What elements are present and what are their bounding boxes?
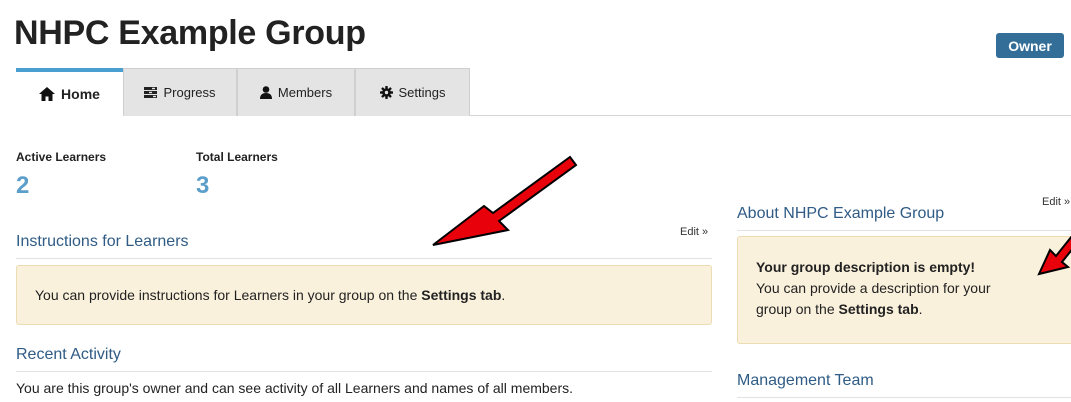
- active-learners-count: 2: [16, 172, 30, 199]
- instructions-text: You can provide instructions for Learner…: [35, 287, 422, 303]
- tab-members-label: Members: [277, 85, 333, 100]
- recent-activity-text: You are this group's owner and can see a…: [16, 380, 574, 396]
- page-title: NHPC Example Group: [14, 14, 366, 52]
- progress-icon: [144, 87, 158, 98]
- owner-badge: Owner: [996, 33, 1064, 58]
- tab-members[interactable]: Members: [237, 68, 355, 116]
- tabs-divider: [470, 115, 1071, 116]
- instructions-heading: Instructions for Learners: [16, 233, 189, 250]
- empty-description-title: Your group description is empty!: [756, 259, 976, 275]
- management-team-heading: Management Team: [737, 372, 874, 389]
- recent-activity-rule: [16, 371, 712, 372]
- total-learners-count: 3: [196, 172, 210, 199]
- instructions-settings-tab-text: Settings tab: [421, 287, 502, 303]
- tab-progress[interactable]: Progress: [123, 68, 237, 116]
- tab-home-label: Home: [61, 86, 100, 102]
- about-settings-tab-text: Settings tab: [838, 301, 919, 317]
- about-rule: [737, 230, 1071, 231]
- annotation-arrow-left: [432, 155, 578, 246]
- active-learners-label: Active Learners: [16, 150, 107, 164]
- person-icon: [259, 86, 272, 99]
- tab-settings-label: Settings: [398, 85, 446, 100]
- about-notice: Your group description is empty! You can…: [737, 236, 1071, 344]
- about-edit-link[interactable]: Edit »: [1042, 196, 1070, 208]
- about-text-end: .: [918, 301, 923, 317]
- tab-settings[interactable]: Settings: [355, 68, 470, 116]
- tab-progress-label: Progress: [163, 85, 216, 100]
- instructions-text-end: .: [501, 287, 506, 303]
- instructions-edit-link[interactable]: Edit »: [680, 226, 708, 238]
- recent-activity-heading: Recent Activity: [16, 346, 121, 363]
- instructions-notice: You can provide instructions for Learner…: [16, 265, 712, 325]
- gear-icon: [379, 86, 393, 99]
- about-text-line1: You can provide a description for your: [756, 280, 991, 296]
- group-tabs: Home Progress Members Settings: [16, 68, 470, 116]
- about-text-line2: group on the: [756, 301, 839, 317]
- total-learners-label: Total Learners: [196, 150, 278, 164]
- tab-home[interactable]: Home: [16, 68, 123, 116]
- about-heading: About NHPC Example Group: [737, 205, 945, 222]
- instructions-rule: [16, 258, 712, 259]
- management-team-rule: [737, 397, 1071, 398]
- home-icon: [39, 87, 56, 101]
